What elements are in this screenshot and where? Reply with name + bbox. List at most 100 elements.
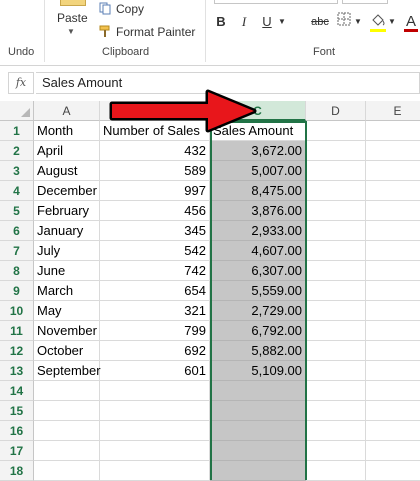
row-header[interactable]: 9 [0, 281, 34, 301]
row-header[interactable]: 11 [0, 321, 34, 341]
cell-c8[interactable]: 6,307.00 [210, 261, 306, 281]
cell-e8[interactable] [366, 261, 420, 281]
cell-c16[interactable] [210, 421, 306, 441]
cell-c17[interactable] [210, 441, 306, 461]
cell-e9[interactable] [366, 281, 420, 301]
cell-c14[interactable] [210, 381, 306, 401]
insert-function-button[interactable]: fx [8, 72, 34, 94]
borders-button[interactable] [336, 12, 352, 32]
row-header[interactable]: 1 [0, 121, 34, 141]
row-header[interactable]: 3 [0, 161, 34, 181]
cell-a4[interactable]: December [34, 181, 100, 201]
cell-a1[interactable]: Month [34, 121, 100, 141]
cell-e2[interactable] [366, 141, 420, 161]
cell-a12[interactable]: October [34, 341, 100, 361]
cell-c5[interactable]: 3,876.00 [210, 201, 306, 221]
cell-d7[interactable] [306, 241, 366, 261]
cell-a16[interactable] [34, 421, 100, 441]
cell-c13[interactable]: 5,109.00 [210, 361, 306, 381]
chevron-down-icon[interactable]: ▼ [278, 12, 286, 32]
underline-button[interactable]: U [260, 12, 274, 32]
cell-b15[interactable] [100, 401, 210, 421]
cell-e5[interactable] [366, 201, 420, 221]
column-header-d[interactable]: D [306, 101, 366, 121]
cell-a9[interactable]: March [34, 281, 100, 301]
cell-d10[interactable] [306, 301, 366, 321]
cell-b10[interactable]: 321 [100, 301, 210, 321]
row-header[interactable]: 18 [0, 461, 34, 481]
cell-c3[interactable]: 5,007.00 [210, 161, 306, 181]
cell-e17[interactable] [366, 441, 420, 461]
cell-e4[interactable] [366, 181, 420, 201]
format-painter-button[interactable]: Format Painter [98, 24, 195, 40]
cell-d4[interactable] [306, 181, 366, 201]
cell-d12[interactable] [306, 341, 366, 361]
chevron-down-icon[interactable]: ▼ [354, 12, 362, 32]
cell-d11[interactable] [306, 321, 366, 341]
cell-d2[interactable] [306, 141, 366, 161]
cell-e10[interactable] [366, 301, 420, 321]
cell-b8[interactable]: 742 [100, 261, 210, 281]
font-size-dropdown[interactable] [342, 0, 388, 4]
cell-d13[interactable] [306, 361, 366, 381]
row-header[interactable]: 8 [0, 261, 34, 281]
cell-a8[interactable]: June [34, 261, 100, 281]
cell-b16[interactable] [100, 421, 210, 441]
copy-button[interactable]: Copy [98, 1, 144, 17]
cell-c11[interactable]: 6,792.00 [210, 321, 306, 341]
cell-e16[interactable] [366, 421, 420, 441]
cell-c18[interactable] [210, 461, 306, 481]
strikethrough-button[interactable]: abc [310, 12, 330, 32]
cell-d5[interactable] [306, 201, 366, 221]
cell-d15[interactable] [306, 401, 366, 421]
column-header-a[interactable]: A [34, 101, 100, 121]
cell-e7[interactable] [366, 241, 420, 261]
row-header[interactable]: 15 [0, 401, 34, 421]
cell-a2[interactable]: April [34, 141, 100, 161]
cell-c2[interactable]: 3,672.00 [210, 141, 306, 161]
cell-d17[interactable] [306, 441, 366, 461]
cell-a7[interactable]: July [34, 241, 100, 261]
cell-e6[interactable] [366, 221, 420, 241]
chevron-down-icon[interactable]: ▼ [388, 12, 396, 32]
cell-c1[interactable]: Sales Amount [210, 121, 306, 141]
cell-e12[interactable] [366, 341, 420, 361]
row-header[interactable]: 4 [0, 181, 34, 201]
cell-d6[interactable] [306, 221, 366, 241]
cell-c12[interactable]: 5,882.00 [210, 341, 306, 361]
cell-e1[interactable] [366, 121, 420, 141]
cell-d9[interactable] [306, 281, 366, 301]
cell-c10[interactable]: 2,729.00 [210, 301, 306, 321]
italic-button[interactable]: I [238, 12, 250, 32]
row-header[interactable]: 17 [0, 441, 34, 461]
cell-e3[interactable] [366, 161, 420, 181]
cell-d8[interactable] [306, 261, 366, 281]
cell-b6[interactable]: 345 [100, 221, 210, 241]
column-header-e[interactable]: E [366, 101, 420, 121]
cell-b9[interactable]: 654 [100, 281, 210, 301]
cell-b3[interactable]: 589 [100, 161, 210, 181]
cell-b1[interactable]: Number of Sales [100, 121, 210, 141]
row-header[interactable]: 7 [0, 241, 34, 261]
cell-a18[interactable] [34, 461, 100, 481]
cell-a10[interactable]: May [34, 301, 100, 321]
cell-a11[interactable]: November [34, 321, 100, 341]
row-header[interactable]: 5 [0, 201, 34, 221]
cell-a14[interactable] [34, 381, 100, 401]
cell-b13[interactable]: 601 [100, 361, 210, 381]
row-header[interactable]: 2 [0, 141, 34, 161]
row-header[interactable]: 12 [0, 341, 34, 361]
bold-button[interactable]: B [214, 12, 228, 32]
cell-b4[interactable]: 997 [100, 181, 210, 201]
cell-d16[interactable] [306, 421, 366, 441]
cell-c9[interactable]: 5,559.00 [210, 281, 306, 301]
select-all-button[interactable] [0, 101, 34, 121]
cell-b7[interactable]: 542 [100, 241, 210, 261]
cell-a6[interactable]: January [34, 221, 100, 241]
font-name-dropdown[interactable] [214, 0, 338, 4]
cell-e15[interactable] [366, 401, 420, 421]
cell-a5[interactable]: February [34, 201, 100, 221]
cell-d1[interactable] [306, 121, 366, 141]
cell-a13[interactable]: September [34, 361, 101, 381]
cell-c6[interactable]: 2,933.00 [210, 221, 306, 241]
